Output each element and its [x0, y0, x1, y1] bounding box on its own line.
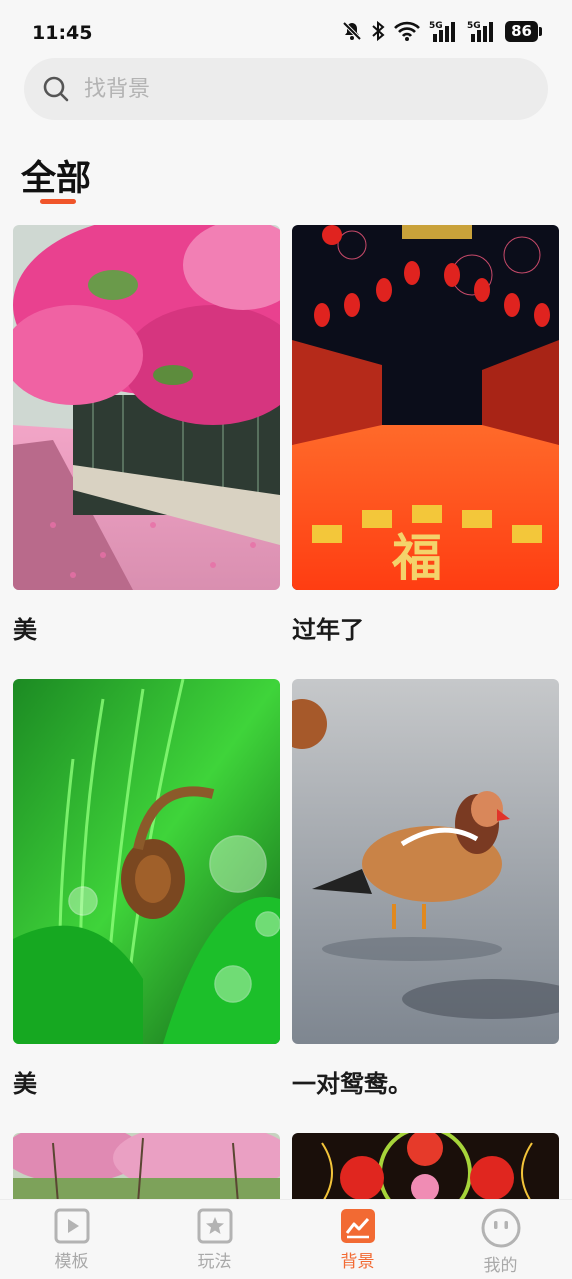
card-thumbnail-red-flowers[interactable] [292, 1133, 559, 1203]
signal-icon-1: 5G [429, 21, 456, 42]
bottom-navigation: 模板 玩法 背景 我的 [0, 1199, 572, 1279]
status-bar: 11:45 5G 5G 86 [0, 0, 572, 60]
background-card[interactable] [13, 1133, 280, 1203]
background-card[interactable]: 一对鸳鸯。 [292, 679, 559, 1099]
card-title: 美 [13, 1070, 37, 1098]
card-thumbnail-flower-path[interactable] [13, 225, 280, 590]
card-thumbnail-mandarin-duck[interactable] [292, 679, 559, 1044]
wifi-icon [394, 21, 421, 41]
background-card[interactable] [292, 1133, 559, 1203]
signal-label-2: 5G [467, 21, 481, 31]
status-icons: 5G 5G 86 [341, 20, 542, 42]
tab-label: 我的 [483, 1256, 518, 1276]
tab-backgrounds[interactable]: 背景 [286, 1200, 429, 1279]
background-card[interactable]: 美 [13, 679, 280, 1099]
card-thumbnail-snail[interactable] [13, 679, 280, 1044]
tab-gameplay[interactable]: 玩法 [143, 1200, 286, 1279]
card-title: 过年了 [292, 616, 364, 644]
bluetooth-icon [372, 20, 385, 42]
card-thumbnail-blossom-trees[interactable] [13, 1133, 280, 1203]
card-thumbnail-new-year-street[interactable]: 福 [292, 225, 559, 590]
svg-text:福: 福 [391, 528, 442, 587]
tab-templates[interactable]: 模板 [0, 1200, 143, 1279]
signal-label-1: 5G [429, 21, 443, 31]
mute-bell-icon [342, 21, 362, 41]
image-chart-icon [340, 1209, 375, 1243]
tab-profile[interactable]: 我的 [429, 1200, 572, 1279]
status-time: 11:45 [32, 22, 93, 44]
active-tab-indicator [40, 199, 76, 204]
battery-level: 86 [505, 20, 542, 42]
tab-label: 模板 [54, 1252, 89, 1272]
card-title: 一对鸳鸯。 [292, 1070, 412, 1098]
tab-label: 背景 [340, 1252, 375, 1272]
tab-label: 玩法 [197, 1252, 232, 1272]
search-bar[interactable] [24, 58, 548, 120]
card-title: 美 [13, 616, 37, 644]
search-input[interactable] [84, 76, 484, 102]
smiley-face-icon [481, 1208, 520, 1248]
signal-icon-2: 5G [467, 21, 494, 42]
background-card[interactable]: 美 [13, 225, 280, 645]
star-badge-icon [197, 1208, 232, 1244]
play-video-icon [54, 1208, 89, 1244]
search-icon [43, 76, 69, 102]
background-card[interactable]: 福 过年了 [292, 225, 559, 645]
section-title-all[interactable]: 全部 [21, 150, 91, 201]
